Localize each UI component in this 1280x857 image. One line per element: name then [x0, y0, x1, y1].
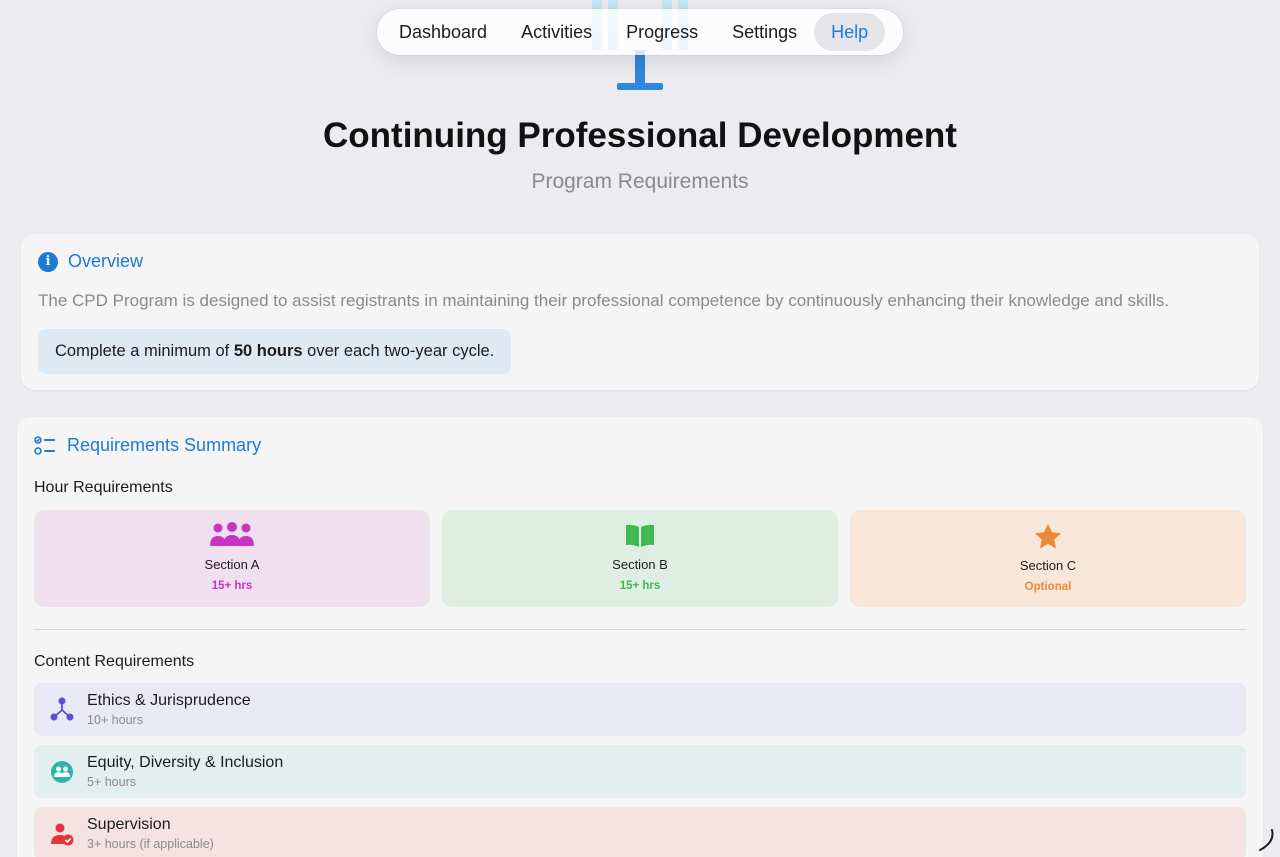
content-row-supervision[interactable]: Supervision 3+ hours (if applicable) — [34, 807, 1246, 857]
section-b-hours: 15+ hrs — [619, 580, 661, 592]
equity-title: Equity, Diversity & Inclusion — [87, 754, 284, 771]
page-title: Continuing Professional Development — [323, 116, 957, 155]
info-icon: i — [38, 251, 58, 272]
requirements-header: Requirements Summary — [34, 435, 261, 456]
equity-hours: 5+ hours — [87, 775, 136, 789]
requirements-heading: Requirements Summary — [67, 435, 262, 455]
nodes-icon — [50, 697, 74, 721]
people-icon — [210, 522, 254, 546]
supervision-hours: 3+ hours (if applicable) — [87, 837, 214, 851]
nav-item-activities[interactable]: Activities — [504, 13, 609, 51]
ethics-hours: 10+ hours — [87, 713, 143, 727]
callout-prefix: Complete a minimum of — [55, 342, 234, 360]
loading-spinner-icon — [1259, 829, 1274, 851]
supervision-title: Supervision — [87, 816, 171, 833]
callout-suffix: over each two-year cycle. — [302, 342, 495, 360]
star-icon — [1035, 524, 1061, 549]
section-a-card[interactable]: Section A 15+ hrs — [34, 510, 430, 607]
section-a-name: Section A — [204, 557, 260, 572]
page-subtitle: Program Requirements — [531, 170, 749, 193]
section-c-status: Optional — [1024, 581, 1072, 593]
content-row-ethics[interactable]: Ethics & Jurisprudence 10+ hours — [34, 683, 1246, 736]
section-c-name: Section C — [1019, 558, 1077, 573]
book-icon — [626, 524, 654, 547]
nav-item-settings[interactable]: Settings — [715, 13, 814, 51]
section-c-card[interactable]: Section C Optional — [850, 510, 1246, 607]
top-nav-area: Dashboard Activities Progress Settings H… — [0, 0, 1280, 100]
divider — [34, 629, 1246, 630]
callout-hours: 50 hours — [233, 342, 303, 360]
person-check-icon — [51, 823, 74, 846]
checklist-icon — [34, 435, 55, 455]
requirements-card: Requirements Summary Hour Requirements S… — [17, 417, 1263, 857]
nav-bar: Dashboard Activities Progress Settings H… — [377, 9, 903, 55]
overview-description: The CPD Program is designed to assist re… — [38, 291, 1170, 310]
hours-callout: Complete a minimum of 50 hours over each… — [38, 329, 512, 374]
ethics-title: Ethics & Jurisprudence — [87, 692, 251, 709]
group-circle-icon — [51, 761, 73, 783]
content-requirements-heading: Content Requirements — [34, 653, 195, 670]
overview-header: i Overview — [38, 251, 143, 272]
nav-item-progress[interactable]: Progress — [609, 13, 715, 51]
overview-heading: Overview — [68, 251, 144, 271]
nav-item-dashboard[interactable]: Dashboard — [382, 13, 504, 51]
section-b-name: Section B — [612, 557, 668, 572]
section-a-hours: 15+ hrs — [211, 580, 253, 592]
section-b-card[interactable]: Section B 15+ hrs — [442, 510, 838, 607]
overview-card: i Overview The CPD Program is designed t… — [21, 234, 1259, 390]
nav-item-help[interactable]: Help — [814, 13, 886, 51]
hour-requirements-heading: Hour Requirements — [34, 479, 173, 496]
content-row-equity[interactable]: Equity, Diversity & Inclusion 5+ hours — [34, 745, 1246, 798]
